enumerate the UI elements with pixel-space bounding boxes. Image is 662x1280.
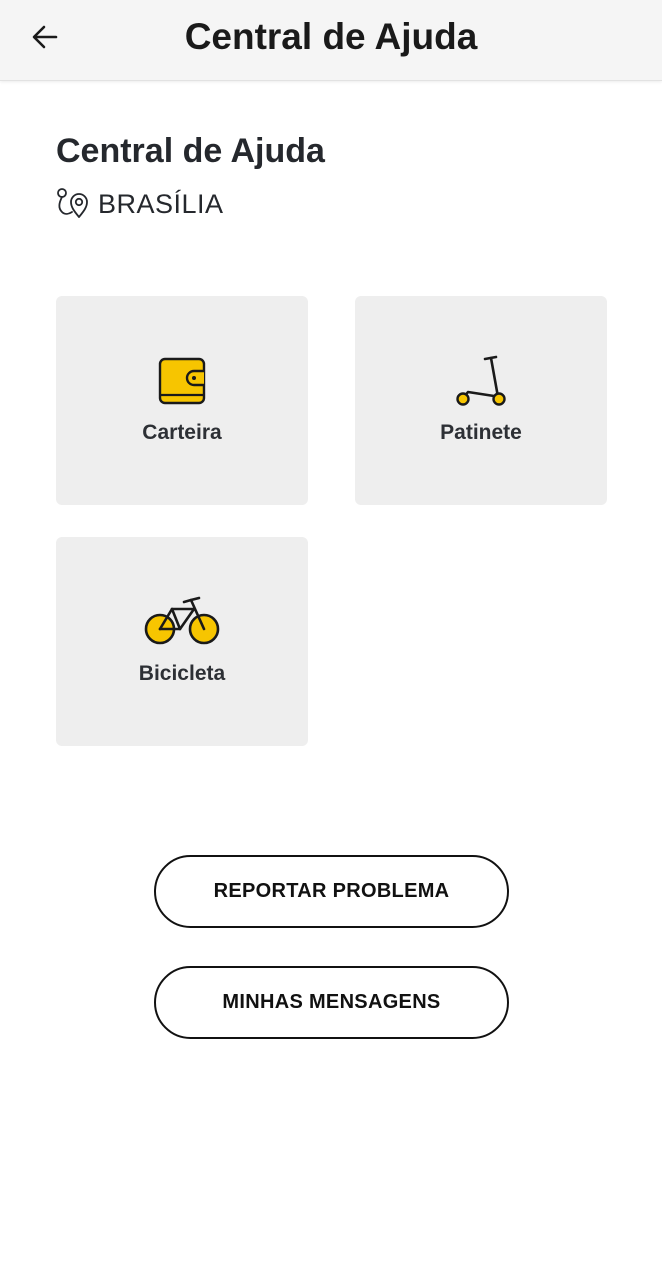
wallet-icon (158, 357, 206, 405)
category-card-patinete[interactable]: Patinete (355, 296, 607, 505)
app-bar: Central de Ajuda (0, 0, 662, 81)
scooter-icon (456, 355, 506, 406)
category-label: Patinete (440, 421, 522, 444)
category-label: Carteira (142, 421, 222, 444)
category-card-carteira[interactable]: Carteira (56, 296, 308, 505)
route-pin-icon (57, 188, 88, 218)
arrow-left-icon (32, 25, 58, 49)
page-title: Central de Ajuda (56, 132, 325, 170)
back-button[interactable] (22, 14, 68, 60)
location-label: BRASÍLIA (98, 188, 224, 219)
category-card-bicicleta[interactable]: Bicicleta (56, 537, 308, 746)
location: BRASÍLIA (55, 184, 224, 224)
category-label: Bicicleta (138, 662, 226, 685)
bicycle-icon (144, 596, 220, 645)
my-messages-button[interactable]: MINHAS MENSAGENS (154, 966, 509, 1039)
app-bar-title: Central de Ajuda (184, 16, 478, 57)
report-problem-button[interactable]: REPORTAR PROBLEMA (154, 855, 509, 928)
